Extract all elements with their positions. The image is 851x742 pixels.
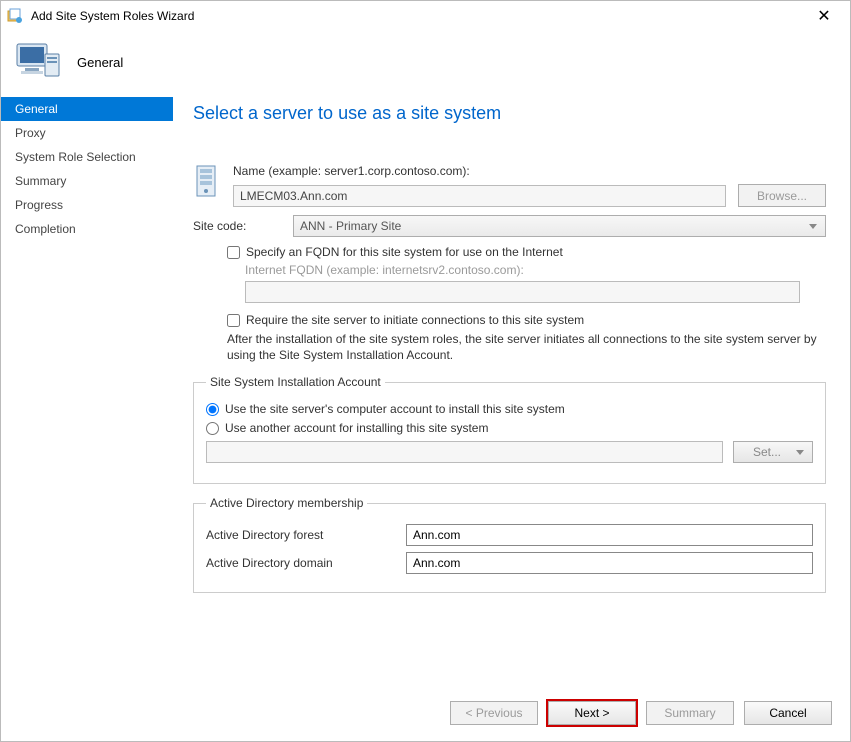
internet-fqdn-label: Internet FQDN (example: internetsrv2.con…	[245, 263, 826, 277]
ad-domain-label: Active Directory domain	[206, 556, 406, 570]
nav-proxy[interactable]: Proxy	[1, 121, 173, 145]
browse-button: Browse...	[738, 184, 826, 207]
radio-other-account-input[interactable]	[206, 422, 219, 435]
server-name-input[interactable]	[233, 185, 726, 207]
nav-summary[interactable]: Summary	[1, 169, 173, 193]
require-checkbox[interactable]	[227, 314, 240, 327]
computer-icon	[11, 38, 63, 86]
ad-forest-label: Active Directory forest	[206, 528, 406, 542]
installation-account-legend: Site System Installation Account	[206, 375, 385, 389]
fqdn-checkbox[interactable]	[227, 246, 240, 259]
nav-system-role-selection[interactable]: System Role Selection	[1, 145, 173, 169]
ad-domain-input[interactable]	[406, 552, 813, 574]
wizard-footer: < Previous Next > Summary Cancel	[1, 685, 850, 741]
require-checkbox-row[interactable]: Require the site server to initiate conn…	[227, 313, 826, 327]
page-title: Select a server to use as a site system	[193, 103, 826, 124]
radio-computer-account[interactable]: Use the site server's computer account t…	[206, 402, 813, 416]
fqdn-checkbox-label: Specify an FQDN for this site system for…	[246, 245, 563, 259]
previous-button: < Previous	[450, 701, 538, 725]
window-title: Add Site System Roles Wizard	[31, 9, 804, 23]
ad-membership-legend: Active Directory membership	[206, 496, 367, 510]
next-button[interactable]: Next >	[548, 701, 636, 725]
nav-completion[interactable]: Completion	[1, 217, 173, 241]
installation-account-group: Site System Installation Account Use the…	[193, 375, 826, 484]
radio-computer-account-label: Use the site server's computer account t…	[225, 402, 565, 416]
ad-membership-group: Active Directory membership Active Direc…	[193, 496, 826, 593]
wizard-app-icon	[7, 8, 23, 24]
summary-button: Summary	[646, 701, 734, 725]
ad-forest-input[interactable]	[406, 524, 813, 546]
nav-progress[interactable]: Progress	[1, 193, 173, 217]
require-checkbox-label: Require the site server to initiate conn…	[246, 313, 584, 327]
wizard-header: General	[1, 31, 850, 93]
nav-general[interactable]: General	[1, 97, 173, 121]
set-account-button: Set...	[733, 441, 813, 463]
wizard-page: Select a server to use as a site system …	[173, 93, 850, 683]
name-label: Name (example: server1.corp.contoso.com)…	[233, 164, 826, 178]
radio-other-account[interactable]: Use another account for installing this …	[206, 421, 813, 435]
titlebar: Add Site System Roles Wizard ✕	[1, 1, 850, 31]
site-code-label: Site code:	[193, 219, 293, 233]
require-description: After the installation of the site syste…	[227, 331, 826, 363]
close-icon[interactable]: ✕	[804, 6, 844, 26]
account-name-input	[206, 441, 723, 463]
server-icon	[193, 164, 221, 200]
header-title: General	[77, 55, 123, 70]
radio-other-account-label: Use another account for installing this …	[225, 421, 488, 435]
radio-computer-account-input[interactable]	[206, 403, 219, 416]
internet-fqdn-input	[245, 281, 800, 303]
site-code-dropdown[interactable]: ANN - Primary Site	[293, 215, 826, 237]
fqdn-checkbox-row[interactable]: Specify an FQDN for this site system for…	[227, 245, 826, 259]
cancel-button[interactable]: Cancel	[744, 701, 832, 725]
wizard-nav: General Proxy System Role Selection Summ…	[1, 93, 173, 683]
